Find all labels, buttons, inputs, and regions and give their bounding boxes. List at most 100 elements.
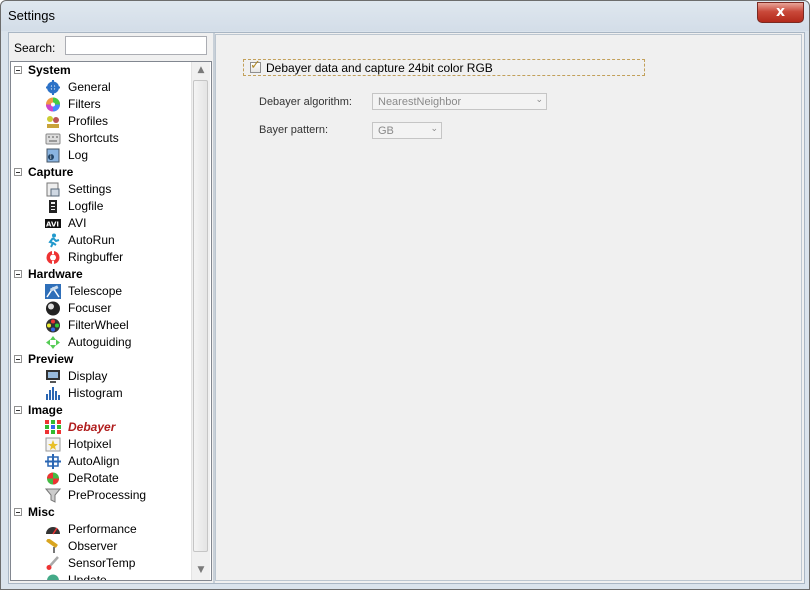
tree-item-label: Histogram [68, 386, 123, 400]
tree-item-label: DeRotate [68, 471, 119, 485]
tree-rows: System General Filters Profiles Shortcuts i Lo… [11, 62, 191, 580]
tree-item-label: Hotpixel [68, 437, 112, 451]
tree-item-label: Focuser [68, 301, 112, 315]
tree-item-filters[interactable]: Filters [11, 96, 189, 113]
debayer-settings-panel: ✓ Debayer data and capture 24bit color R… [215, 34, 802, 581]
bayer-pattern-select[interactable]: GB ⌄ [372, 122, 442, 139]
lifebuoy-icon [45, 250, 61, 265]
avi-icon: AVI [45, 216, 61, 231]
tree-item-preprocessing[interactable]: PreProcessing [11, 487, 189, 504]
tree-item-label: Logfile [68, 199, 104, 213]
color-wheel-icon [45, 97, 61, 112]
scroll-thumb[interactable] [193, 80, 208, 552]
debayer-algorithm-value: NearestNeighbor [378, 96, 462, 108]
tree-group-label: Misc [28, 505, 55, 519]
svg-text:AVI: AVI [46, 221, 59, 229]
bayer-pattern-value: GB [378, 125, 394, 137]
tree-item-label: Filters [68, 97, 101, 111]
collapse-minus-icon[interactable] [14, 66, 22, 74]
debayer-checkbox-row[interactable]: ✓ Debayer data and capture 24bit color R… [243, 58, 645, 76]
collapse-minus-icon[interactable] [14, 406, 22, 414]
tree-scrollbar[interactable]: ▲ ▼ [191, 62, 210, 580]
logfile-icon [45, 199, 61, 214]
tree-item-sensortemp[interactable]: SensorTemp [11, 555, 189, 572]
funnel-icon [45, 488, 61, 503]
profiles-icon [45, 114, 61, 129]
telescope-icon [45, 284, 61, 299]
collapse-minus-icon[interactable] [14, 508, 22, 516]
tree-item-label: FilterWheel [68, 318, 129, 332]
tree-item-update[interactable]: Update [11, 572, 189, 580]
scroll-up-arrow-icon[interactable]: ▲ [193, 62, 209, 78]
search-label: Search: [14, 41, 56, 55]
tree-group-hardware[interactable]: Hardware [11, 266, 189, 283]
tree-group-label: Hardware [28, 267, 83, 281]
tree-item-filterwheel[interactable]: FilterWheel [11, 317, 189, 334]
tree-item-label: AutoRun [68, 233, 115, 247]
tree-group-capture[interactable]: Capture [11, 164, 189, 181]
tree-item-label: Ringbuffer [68, 250, 124, 264]
log-icon: i [45, 148, 61, 163]
update-icon [45, 573, 61, 580]
debayer-algorithm-select[interactable]: NearestNeighbor ⌄ [372, 93, 547, 110]
tree-item-ringbuffer[interactable]: Ringbuffer [11, 249, 189, 266]
tree-item-label: Autoguiding [68, 335, 132, 349]
tree-item-autorun[interactable]: AutoRun [11, 232, 189, 249]
tree-item-label: Update [68, 573, 107, 580]
checkmark-icon: ✓ [250, 58, 261, 73]
tree-group-image[interactable]: Image [11, 402, 189, 419]
tree-group-system[interactable]: System [11, 62, 189, 79]
tree-item-hotpixel[interactable]: Hotpixel [11, 436, 189, 453]
tree-group-preview[interactable]: Preview [11, 351, 189, 368]
autoguiding-icon [45, 335, 61, 350]
filterwheel-icon [45, 318, 61, 333]
tree-item-histogram[interactable]: Histogram [11, 385, 189, 402]
observer-icon [45, 539, 61, 554]
collapse-minus-icon[interactable] [14, 355, 22, 363]
search-input[interactable] [65, 36, 207, 55]
scroll-down-arrow-icon[interactable]: ▼ [193, 562, 209, 578]
thermometer-icon [45, 556, 61, 571]
tree-group-label: Capture [28, 165, 74, 179]
tree-item-logfile[interactable]: Logfile [11, 198, 189, 215]
title-bar[interactable]: Settings x [1, 1, 809, 31]
tree-item-log[interactable]: i Log [11, 147, 189, 164]
tree-item-autoguiding[interactable]: Autoguiding [11, 334, 189, 351]
debayer-checkbox[interactable]: ✓ [250, 58, 261, 73]
collapse-minus-icon[interactable] [14, 270, 22, 278]
monitor-icon [45, 369, 61, 384]
tree-item-avi[interactable]: AVI AVI [11, 215, 189, 232]
tree-item-shortcuts[interactable]: Shortcuts [11, 130, 189, 147]
tree-item-focuser[interactable]: Focuser [11, 300, 189, 317]
tree-item-label: Profiles [68, 114, 109, 128]
tree-group-label: Preview [28, 352, 74, 366]
close-button[interactable]: x [757, 2, 804, 23]
tree-item-autoalign[interactable]: AutoAlign [11, 453, 189, 470]
tree-item-label: Shortcuts [68, 131, 119, 145]
hotpixel-icon [45, 437, 61, 452]
tree-item-label: AutoAlign [68, 454, 120, 468]
derotate-icon [45, 471, 61, 486]
navigation-panel: Search: System General Filters Profiles Shor… [9, 33, 213, 583]
tree-group-label: Image [28, 403, 63, 417]
tree-item-general[interactable]: General [11, 79, 189, 96]
capture-settings-icon [45, 182, 61, 197]
tree-item-profiles[interactable]: Profiles [11, 113, 189, 130]
tree-item-performance[interactable]: Performance [11, 521, 189, 538]
tree-item-label: Debayer [68, 420, 116, 434]
tree-item-observer[interactable]: Observer [11, 538, 189, 555]
settings-tree: System General Filters Profiles Shortcuts i Lo… [10, 61, 212, 581]
tree-item-display[interactable]: Display [11, 368, 189, 385]
tree-group-misc[interactable]: Misc [11, 504, 189, 521]
tree-item-settings[interactable]: Settings [11, 181, 189, 198]
autorun-icon [45, 233, 61, 248]
tree-item-label: General [68, 80, 111, 94]
collapse-minus-icon[interactable] [14, 168, 22, 176]
tree-item-label: Observer [68, 539, 118, 553]
tree-group-label: System [28, 63, 71, 77]
tree-item-label: Log [68, 148, 89, 162]
chevron-down-icon: ⌄ [430, 124, 438, 134]
tree-item-derotate[interactable]: DeRotate [11, 470, 189, 487]
tree-item-debayer[interactable]: Debayer [11, 419, 189, 436]
tree-item-telescope[interactable]: Telescope [11, 283, 189, 300]
